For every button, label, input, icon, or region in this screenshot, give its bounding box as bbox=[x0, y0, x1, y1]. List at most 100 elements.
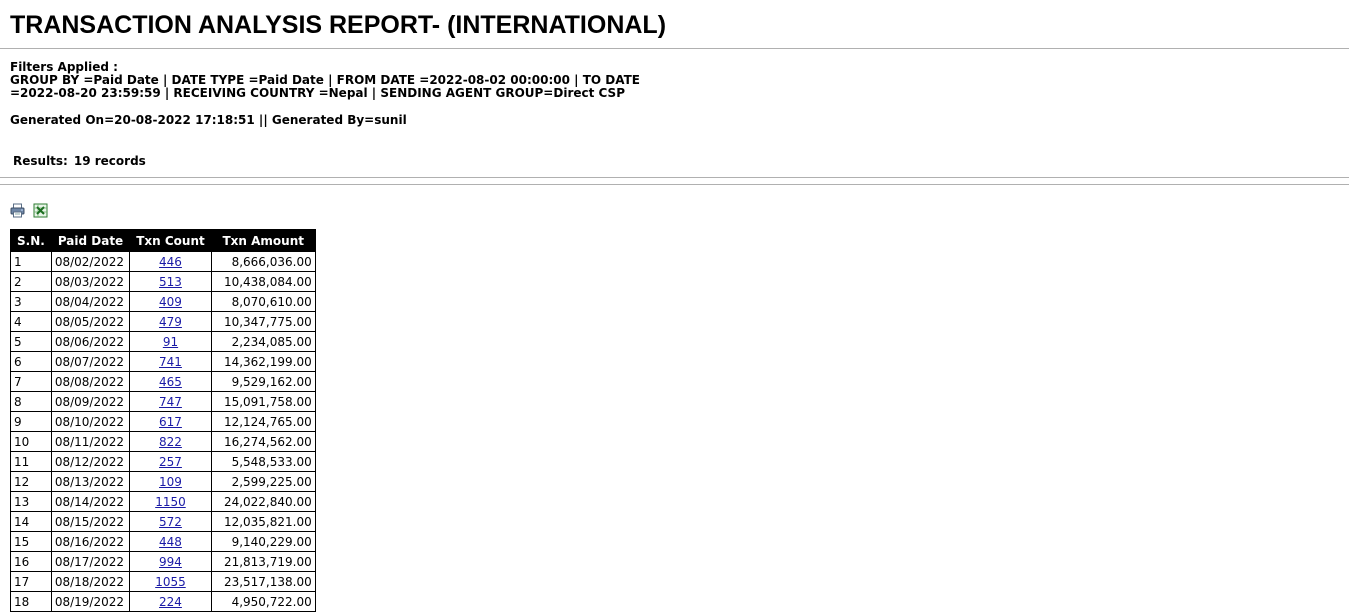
excel-icon[interactable] bbox=[33, 203, 48, 218]
cell-txn-amount: 10,347,775.00 bbox=[210, 311, 316, 332]
cell-paid-date: 08/17/2022 bbox=[50, 551, 131, 572]
cell-sn: 13 bbox=[10, 491, 52, 512]
cell-sn: 10 bbox=[10, 431, 52, 452]
cell-paid-date: 08/08/2022 bbox=[50, 371, 131, 392]
txn-count-link[interactable]: 994 bbox=[159, 555, 182, 569]
col-header-paid-date: Paid Date bbox=[50, 229, 131, 252]
cell-paid-date: 08/07/2022 bbox=[50, 351, 131, 372]
cell-paid-date: 08/09/2022 bbox=[50, 391, 131, 412]
table-row: 10 08/11/2022 822 16,274,562.00 bbox=[10, 431, 316, 452]
cell-txn-amount: 8,666,036.00 bbox=[210, 251, 316, 272]
cell-txn-amount: 2,234,085.00 bbox=[210, 331, 316, 352]
cell-sn: 16 bbox=[10, 551, 52, 572]
cell-paid-date: 08/03/2022 bbox=[50, 271, 131, 292]
txn-count-link[interactable]: 448 bbox=[159, 535, 182, 549]
txn-count-link[interactable]: 257 bbox=[159, 455, 182, 469]
divider bbox=[0, 177, 1349, 178]
divider bbox=[0, 184, 1349, 185]
cell-txn-amount: 9,529,162.00 bbox=[210, 371, 316, 392]
cell-paid-date: 08/06/2022 bbox=[50, 331, 131, 352]
cell-txn-amount: 2,599,225.00 bbox=[210, 471, 316, 492]
txn-count-link[interactable]: 1150 bbox=[155, 495, 186, 509]
table-row: 7 08/08/2022 465 9,529,162.00 bbox=[10, 371, 316, 392]
cell-txn-amount: 24,022,840.00 bbox=[210, 491, 316, 512]
col-header-sn: S.N. bbox=[10, 229, 52, 252]
cell-sn: 8 bbox=[10, 391, 52, 412]
table-row: 8 08/09/2022 747 15,091,758.00 bbox=[10, 391, 316, 412]
page-title: TRANSACTION ANALYSIS REPORT- (INTERNATIO… bbox=[10, 11, 667, 39]
table-row: 14 08/15/2022 572 12,035,821.00 bbox=[10, 511, 316, 532]
txn-count-link[interactable]: 109 bbox=[159, 475, 182, 489]
cell-sn: 3 bbox=[10, 291, 52, 312]
table-row: 12 08/13/2022 109 2,599,225.00 bbox=[10, 471, 316, 492]
table-row: 1 08/02/2022 446 8,666,036.00 bbox=[10, 251, 316, 272]
table-row: 6 08/07/2022 741 14,362,199.00 bbox=[10, 351, 316, 372]
cell-paid-date: 08/02/2022 bbox=[50, 251, 131, 272]
table-row: 13 08/14/2022 1150 24,022,840.00 bbox=[10, 491, 316, 512]
col-header-txn-count: Txn Count bbox=[129, 229, 212, 252]
cell-paid-date: 08/10/2022 bbox=[50, 411, 131, 432]
txn-count-link[interactable]: 479 bbox=[159, 315, 182, 329]
cell-paid-date: 08/14/2022 bbox=[50, 491, 131, 512]
txn-count-link[interactable]: 747 bbox=[159, 395, 182, 409]
cell-txn-amount: 10,438,084.00 bbox=[210, 271, 316, 292]
cell-sn: 15 bbox=[10, 531, 52, 552]
table-header-row: S.N. Paid Date Txn Count Txn Amount bbox=[10, 229, 316, 252]
txn-count-link[interactable]: 572 bbox=[159, 515, 182, 529]
cell-paid-date: 08/04/2022 bbox=[50, 291, 131, 312]
table-row: 11 08/12/2022 257 5,548,533.00 bbox=[10, 451, 316, 472]
report-table: S.N. Paid Date Txn Count Txn Amount 1 08/… bbox=[10, 229, 316, 612]
cell-sn: 2 bbox=[10, 271, 52, 292]
cell-sn: 12 bbox=[10, 471, 52, 492]
cell-txn-amount: 12,035,821.00 bbox=[210, 511, 316, 532]
cell-txn-amount: 12,124,765.00 bbox=[210, 411, 316, 432]
cell-txn-amount: 23,517,138.00 bbox=[210, 571, 316, 592]
cell-txn-amount: 5,548,533.00 bbox=[210, 451, 316, 472]
cell-paid-date: 08/12/2022 bbox=[50, 451, 131, 472]
txn-count-link[interactable]: 513 bbox=[159, 275, 182, 289]
table-row: 5 08/06/2022 91 2,234,085.00 bbox=[10, 331, 316, 352]
txn-count-link[interactable]: 741 bbox=[159, 355, 182, 369]
filters-line-2: =2022-08-20 23:59:59 | RECEIVING COUNTRY… bbox=[10, 86, 625, 100]
cell-paid-date: 08/15/2022 bbox=[50, 511, 131, 532]
txn-count-link[interactable]: 91 bbox=[163, 335, 178, 349]
table-row: 15 08/16/2022 448 9,140,229.00 bbox=[10, 531, 316, 552]
cell-paid-date: 08/16/2022 bbox=[50, 531, 131, 552]
results-summary: Results: 19 records bbox=[13, 154, 146, 168]
txn-count-link[interactable]: 446 bbox=[159, 255, 182, 269]
cell-sn: 1 bbox=[10, 251, 52, 272]
txn-count-link[interactable]: 224 bbox=[159, 595, 182, 609]
cell-sn: 7 bbox=[10, 371, 52, 392]
cell-sn: 5 bbox=[10, 331, 52, 352]
cell-txn-amount: 4,950,722.00 bbox=[210, 591, 316, 612]
txn-count-link[interactable]: 822 bbox=[159, 435, 182, 449]
cell-txn-amount: 8,070,610.00 bbox=[210, 291, 316, 312]
results-label: Results: bbox=[13, 154, 68, 168]
cell-paid-date: 08/13/2022 bbox=[50, 471, 131, 492]
cell-paid-date: 08/19/2022 bbox=[50, 591, 131, 612]
cell-txn-amount: 14,362,199.00 bbox=[210, 351, 316, 372]
filters-applied: Filters Applied : GROUP BY =Paid Date | … bbox=[10, 61, 640, 100]
cell-txn-amount: 15,091,758.00 bbox=[210, 391, 316, 412]
table-row: 9 08/10/2022 617 12,124,765.00 bbox=[10, 411, 316, 432]
txn-count-link[interactable]: 409 bbox=[159, 295, 182, 309]
print-icon[interactable] bbox=[10, 203, 25, 218]
cell-txn-amount: 21,813,719.00 bbox=[210, 551, 316, 572]
generated-info: Generated On=20-08-2022 17:18:51 || Gene… bbox=[10, 113, 407, 127]
table-row: 16 08/17/2022 994 21,813,719.00 bbox=[10, 551, 316, 572]
cell-sn: 4 bbox=[10, 311, 52, 332]
txn-count-link[interactable]: 465 bbox=[159, 375, 182, 389]
table-row: 2 08/03/2022 513 10,438,084.00 bbox=[10, 271, 316, 292]
cell-sn: 9 bbox=[10, 411, 52, 432]
divider bbox=[0, 48, 1349, 49]
cell-paid-date: 08/11/2022 bbox=[50, 431, 131, 452]
cell-sn: 18 bbox=[10, 591, 52, 612]
table-row: 3 08/04/2022 409 8,070,610.00 bbox=[10, 291, 316, 312]
table-row: 18 08/19/2022 224 4,950,722.00 bbox=[10, 591, 316, 612]
txn-count-link[interactable]: 617 bbox=[159, 415, 182, 429]
cell-sn: 11 bbox=[10, 451, 52, 472]
cell-txn-amount: 9,140,229.00 bbox=[210, 531, 316, 552]
results-count: 19 records bbox=[73, 154, 146, 168]
cell-paid-date: 08/18/2022 bbox=[50, 571, 131, 592]
txn-count-link[interactable]: 1055 bbox=[155, 575, 186, 589]
